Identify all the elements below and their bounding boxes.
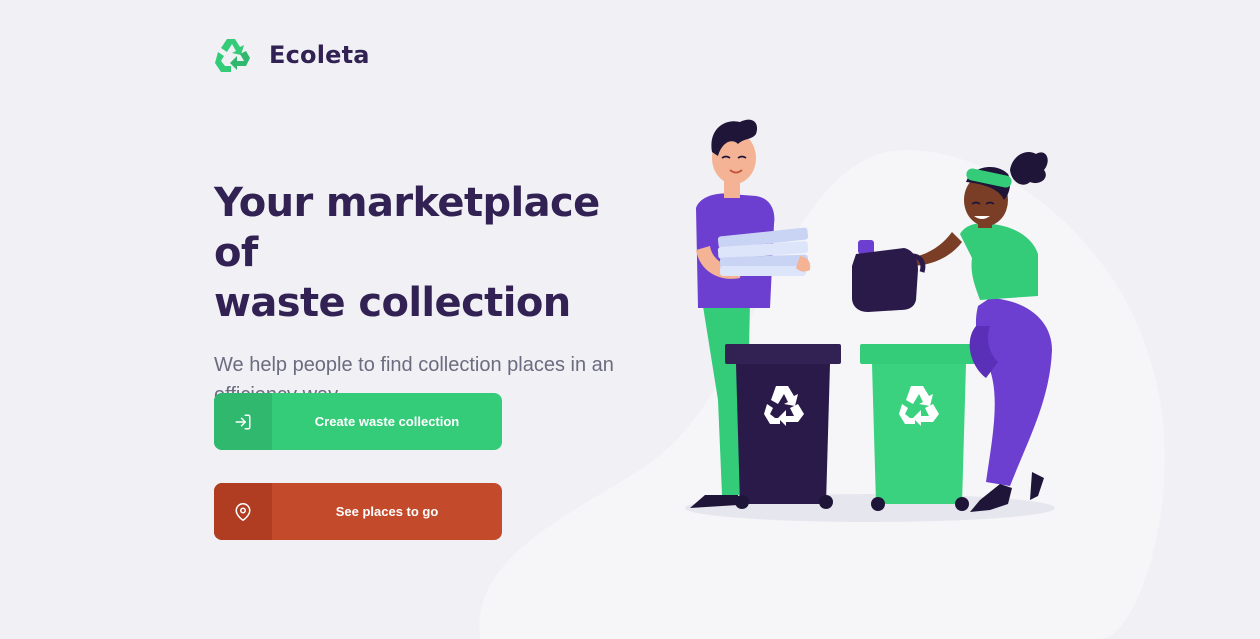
- hero-section: Your marketplace of waste collection We …: [214, 178, 654, 410]
- landing-page: Ecoleta Your marketplace of waste collec…: [0, 0, 1260, 639]
- see-places-label: See places to go: [335, 504, 439, 519]
- sign-in-icon: [214, 393, 272, 450]
- title-line-2: waste collection: [214, 280, 571, 326]
- page-title: Your marketplace of waste collection: [214, 178, 654, 328]
- see-places-button[interactable]: See places to go: [214, 483, 502, 540]
- brand-name: Ecoleta: [269, 41, 370, 69]
- create-waste-collection-button[interactable]: Create waste collection: [214, 393, 502, 450]
- title-line-1: Your marketplace of: [214, 180, 600, 276]
- recycle-icon: [215, 39, 250, 72]
- brand-logo[interactable]: Ecoleta: [213, 36, 370, 74]
- create-button-label: Create waste collection: [314, 414, 460, 429]
- map-pin-icon: [214, 483, 272, 540]
- recycling-people-illustration: [685, 119, 1055, 522]
